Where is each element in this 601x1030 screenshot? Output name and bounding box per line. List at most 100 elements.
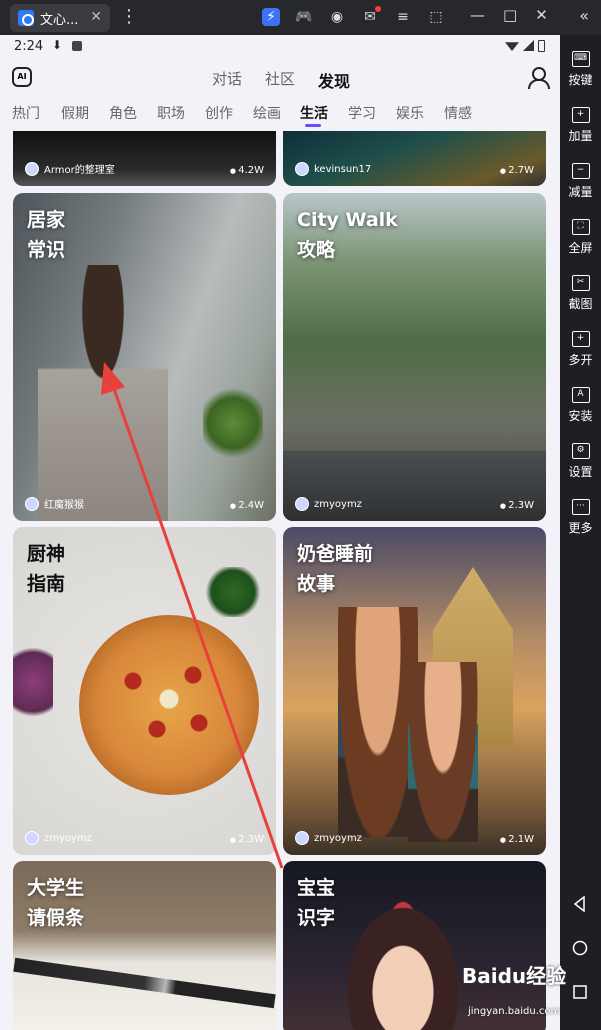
card-views: 2.4W — [230, 500, 264, 511]
fullscreen-icon: ⛶ — [571, 219, 590, 235]
card-image-doll — [343, 901, 463, 1030]
home-icon[interactable] — [572, 940, 588, 956]
gear-icon: ⚙ — [571, 443, 590, 459]
keymap-button[interactable]: ⌨ 按键 — [560, 51, 601, 88]
avatar — [295, 497, 309, 511]
card-image-girl — [408, 662, 478, 842]
active-tab-indicator — [305, 124, 321, 127]
app-tab[interactable]: 文心... ✕ — [10, 4, 110, 32]
wifi-icon — [505, 42, 519, 51]
card-views: 2.3W — [500, 500, 534, 511]
back-icon[interactable] — [572, 896, 588, 912]
volume-down-button[interactable]: − 减量 — [560, 163, 601, 200]
avatar — [295, 831, 309, 845]
volume-down-icon: − — [571, 163, 590, 179]
more-button[interactable]: ··· 更多 — [560, 499, 601, 536]
kebab-menu-icon[interactable]: ⋮ — [120, 6, 138, 27]
card-aquarium[interactable]: kevinsun17 2.7W — [283, 131, 546, 186]
card-views: 2.1W — [500, 834, 534, 845]
user-profile-icon[interactable] — [528, 67, 550, 89]
card-image-pizza — [79, 615, 259, 795]
card-title: City Walk 攻略 — [297, 209, 398, 261]
category-tab[interactable]: 绘画 — [253, 103, 281, 123]
card-author: 红魔猴猴 — [25, 496, 84, 511]
phone-screen: 2:24 ⬇ AI 对话 社区 发现 热门 假期 角色 职场 创作 绘画 生活 … — [0, 35, 560, 1030]
status-bar: 2:24 ⬇ — [0, 35, 560, 59]
category-tab[interactable]: 学习 — [348, 103, 376, 123]
category-tab[interactable]: 娱乐 — [396, 103, 424, 123]
card-baby-literacy[interactable]: 宝宝 识字 — [283, 861, 546, 1030]
emulator-sidebar: ⌨ 按键 + 加量 − 减量 ⛶ 全屏 ✂ 截图 + 多开 A 安装 ⚙ 设置 ··· 更多 — [560, 35, 601, 1030]
install-apk-button[interactable]: A 安装 — [560, 387, 601, 424]
settings-button[interactable]: ⚙ 设置 — [560, 443, 601, 480]
tab-community[interactable]: 社区 — [265, 68, 295, 89]
card-views: 2.3W — [230, 834, 264, 845]
card-image-woman — [38, 265, 168, 521]
scissors-icon: ✂ — [571, 275, 590, 291]
apk-icon: A — [571, 387, 590, 403]
card-author: zmyoymz — [295, 831, 362, 845]
card-image-pen — [13, 957, 276, 1009]
category-tab-active[interactable]: 生活 — [300, 103, 328, 123]
tab-close-icon[interactable]: ✕ — [90, 9, 102, 25]
menu-icon[interactable]: ≡ — [394, 8, 412, 26]
baidu-watermark: Baidu经验 — [462, 964, 567, 988]
tab-discover[interactable]: 发现 — [318, 68, 350, 92]
collapse-sidebar-icon[interactable]: « — [579, 6, 589, 25]
card-image-basil — [203, 567, 263, 617]
card-bedtime-story[interactable]: 奶爸睡前故事 zmyoymz 2.1W — [283, 527, 546, 855]
bolt-icon[interactable]: ⚡ — [262, 8, 280, 26]
card-title: 奶爸睡前 故事 — [297, 543, 374, 595]
maximize-icon[interactable]: □ — [503, 6, 517, 24]
card-author: kevinsun17 — [295, 162, 371, 176]
app-tab-title: 文心... — [40, 12, 79, 28]
screenshot-button[interactable]: ✂ 截图 — [560, 275, 601, 312]
category-tab[interactable]: 角色 — [109, 103, 137, 123]
download-icon: ⬇ — [52, 38, 63, 52]
card-title: 宝宝 识字 — [297, 877, 336, 929]
avatar — [25, 161, 39, 176]
app-logo-icon[interactable]: AI — [12, 67, 32, 87]
gamepad-icon[interactable]: 🎮 — [295, 8, 313, 26]
card-image-boy — [338, 607, 418, 837]
tab-dialog[interactable]: 对话 — [212, 68, 242, 89]
volume-up-icon: + — [571, 107, 590, 123]
card-views: 2.7W — [500, 165, 534, 176]
signal-icon — [523, 40, 534, 51]
avatar — [25, 496, 39, 511]
card-image-onion — [13, 637, 53, 727]
multi-window-icon: + — [571, 331, 590, 347]
multi-instance-button[interactable]: + 多开 — [560, 331, 601, 368]
card-city-walk[interactable]: City Walk攻略 zmyoymz 2.3W — [283, 193, 546, 521]
card-author: Armor的整理室 — [25, 161, 115, 176]
battery-icon — [538, 40, 545, 52]
category-tabs: 热门 假期 角色 职场 创作 绘画 生活 学习 娱乐 情感 — [0, 101, 560, 129]
card-title: 居家 常识 — [27, 209, 66, 261]
window-select-icon[interactable]: ⬚ — [427, 8, 445, 26]
more-dots-icon: ··· — [571, 499, 590, 515]
top-nav: AI 对话 社区 发现 — [0, 63, 560, 93]
card-home-tips[interactable]: 居家常识 红魔猴猴 2.4W — [13, 193, 276, 521]
avatar — [25, 831, 39, 845]
minimize-icon[interactable]: — — [470, 6, 485, 24]
fullscreen-button[interactable]: ⛶ 全屏 — [560, 219, 601, 256]
card-author: zmyoymz — [295, 497, 362, 511]
category-tab[interactable]: 情感 — [444, 103, 472, 123]
category-tab[interactable]: 假期 — [61, 103, 89, 123]
notification-icon — [72, 41, 82, 51]
avatar — [295, 162, 309, 176]
volume-up-button[interactable]: + 加量 — [560, 107, 601, 144]
category-tab[interactable]: 热门 — [12, 103, 40, 123]
card-views: 4.2W — [230, 165, 264, 176]
recents-icon[interactable] — [572, 984, 588, 1000]
baidu-watermark-url: jingyan.baidu.com — [468, 1006, 561, 1017]
keyboard-icon: ⌨ — [571, 51, 590, 67]
account-icon[interactable]: ◉ — [328, 8, 346, 26]
card-organizer[interactable]: Armor的整理室 4.2W — [13, 131, 276, 186]
category-tab[interactable]: 创作 — [205, 103, 233, 123]
category-tab[interactable]: 职场 — [157, 103, 185, 123]
mail-icon[interactable]: ✉ — [361, 6, 381, 26]
card-chef-guide[interactable]: 厨神指南 zmyoymz 2.3W — [13, 527, 276, 855]
card-leave-note[interactable]: 大学生 请假条 — [13, 861, 276, 1030]
close-window-icon[interactable]: ✕ — [535, 6, 548, 24]
